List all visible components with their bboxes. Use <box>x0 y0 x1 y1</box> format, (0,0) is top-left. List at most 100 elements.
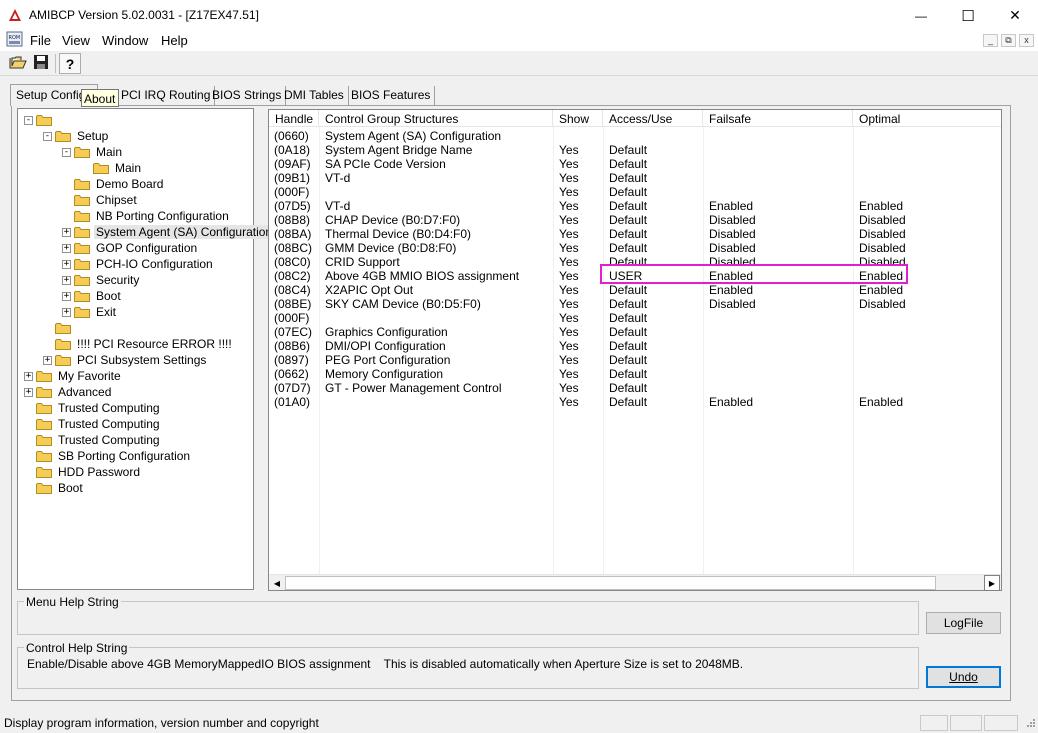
tree-node[interactable]: + Security <box>62 272 141 288</box>
tree-node[interactable]: Demo Board <box>62 176 165 192</box>
close-button[interactable]: ✕ <box>992 0 1038 31</box>
cell-structure: VT-d <box>325 199 351 213</box>
resize-grip-icon[interactable] <box>1024 718 1036 730</box>
amibcp-logo-icon <box>8 8 22 22</box>
table-row[interactable]: (08C4) X2APIC Opt Out Yes Default Enabled Ena… <box>269 283 1001 297</box>
tree-node[interactable]: NB Porting Configuration <box>62 208 231 224</box>
col-header-optimal[interactable]: Optimal <box>853 110 1001 127</box>
col-header-show[interactable]: Show <box>553 110 603 127</box>
tree-node[interactable]: HDD Password <box>24 464 142 480</box>
tree-node[interactable]: Trusted Computing <box>24 432 162 448</box>
tree-node[interactable]: + My Favorite <box>24 368 123 384</box>
col-header-handle[interactable]: Handle <box>269 110 319 127</box>
rom-document-icon[interactable]: ROM <box>6 31 24 49</box>
expand-icon[interactable]: + <box>62 307 71 317</box>
tree-node[interactable] <box>43 320 79 336</box>
table-row[interactable]: (0A18) System Agent Bridge Name Yes Default <box>269 143 1001 157</box>
tree-node[interactable]: + Advanced <box>24 384 113 400</box>
table-row[interactable]: (000F) Yes Default <box>269 311 1001 325</box>
cell-handle: (08C2) <box>274 269 311 283</box>
table-row[interactable]: (09AF) SA PCIe Code Version Yes Default <box>269 157 1001 171</box>
expand-icon[interactable]: + <box>24 371 33 381</box>
expand-icon[interactable]: + <box>62 275 71 285</box>
menu-help-group <box>17 601 919 635</box>
menu-view[interactable]: View <box>62 33 90 48</box>
table-row[interactable]: (08BE) SKY CAM Device (B0:D5:F0) Yes Defaul… <box>269 297 1001 311</box>
tab-bios-strings[interactable]: BIOS Strings <box>208 86 287 105</box>
expand-icon[interactable]: + <box>62 243 71 253</box>
col-header-access[interactable]: Access/Use <box>603 110 703 127</box>
col-header-structures[interactable]: Control Group Structures <box>319 110 553 127</box>
tree-node[interactable]: Boot <box>24 480 85 496</box>
tree-node-label: My Favorite <box>58 369 121 383</box>
expand-icon[interactable]: + <box>43 355 52 365</box>
collapse-icon[interactable]: - <box>43 131 52 141</box>
mdi-close-button[interactable]: x <box>1019 34 1034 47</box>
logfile-button[interactable]: LogFile <box>926 612 1001 634</box>
tree-node[interactable]: Main <box>81 160 143 176</box>
table-row[interactable]: (09B1) VT-d Yes Default <box>269 171 1001 185</box>
scroll-left-button[interactable]: ◀ <box>269 575 285 591</box>
expand-icon[interactable]: + <box>62 227 71 237</box>
collapse-icon[interactable]: - <box>62 147 71 157</box>
cell-structure: GMM Device (B0:D8:F0) <box>325 241 457 255</box>
table-row[interactable]: (07EC) Graphics Configuration Yes Default <box>269 325 1001 339</box>
minimize-button[interactable]: — <box>898 0 944 31</box>
tree-node[interactable]: + GOP Configuration <box>62 240 199 256</box>
help-button[interactable]: ? <box>59 53 81 74</box>
expand-icon[interactable]: + <box>62 291 71 301</box>
table-row[interactable]: (0660) System Agent (SA) Configuration <box>269 129 1001 143</box>
tree-node[interactable]: Trusted Computing <box>24 416 162 432</box>
undo-button[interactable]: Undo <box>926 666 1001 688</box>
collapse-icon[interactable]: - <box>24 115 33 125</box>
expand-icon[interactable]: + <box>24 387 33 397</box>
table-row[interactable]: (07D5) VT-d Yes Default Enabled Enabled <box>269 199 1001 213</box>
open-button[interactable] <box>7 53 29 74</box>
tree-node[interactable]: + System Agent (SA) Configuration <box>62 224 275 240</box>
menu-file[interactable]: File <box>30 33 51 48</box>
tree-node[interactable]: Trusted Computing <box>24 400 162 416</box>
window-title: AMIBCP Version 5.02.0031 - [Z17EX47.51] <box>29 8 259 22</box>
horizontal-scrollbar[interactable]: ◀ ▶ <box>269 574 1001 591</box>
table-row[interactable]: (08B6) DMI/OPI Configuration Yes Default <box>269 339 1001 353</box>
tree-node[interactable]: - Main <box>62 144 124 160</box>
tree-node[interactable]: + PCH-IO Configuration <box>62 256 215 272</box>
mdi-minimize-button[interactable]: _ <box>983 34 998 47</box>
tree-node[interactable]: !!!! PCI Resource ERROR !!!! <box>43 336 234 352</box>
table-row[interactable]: (07D7) GT - Power Management Control Yes De… <box>269 381 1001 395</box>
table-row[interactable]: (01A0) Yes Default Enabled Enabled <box>269 395 1001 409</box>
tree-node[interactable]: - <box>24 112 60 128</box>
save-button[interactable] <box>30 53 52 74</box>
scroll-thumb[interactable] <box>285 576 936 590</box>
tree-node[interactable]: + Boot <box>62 288 123 304</box>
table-row[interactable]: (08BA) Thermal Device (B0:D4:F0) Yes Defaul… <box>269 227 1001 241</box>
scroll-right-button[interactable]: ▶ <box>984 575 1000 591</box>
folder-icon <box>36 482 52 494</box>
tree-node[interactable]: - Setup <box>43 128 110 144</box>
tree-node[interactable]: + Exit <box>62 304 118 320</box>
maximize-button[interactable]: ☐ <box>945 0 991 31</box>
setup-tree[interactable]: - - Setup - Main Main Demo Board Chipset NB Port… <box>17 108 275 590</box>
tab-bios-features[interactable]: BIOS Features <box>347 86 436 105</box>
cell-failsafe: Enabled <box>709 199 754 213</box>
menu-help[interactable]: Help <box>161 33 188 48</box>
expand-icon[interactable]: + <box>62 259 71 269</box>
cell-handle: (09B1) <box>274 171 311 185</box>
mdi-restore-button[interactable]: ⧉ <box>1001 34 1016 47</box>
tab-dmi-tables[interactable]: DMI Tables <box>280 86 349 105</box>
table-row[interactable]: (0662) Memory Configuration Yes Default <box>269 367 1001 381</box>
col-header-failsafe[interactable]: Failsafe <box>703 110 853 127</box>
tree-node[interactable]: + PCI Subsystem Settings <box>43 352 208 368</box>
tree-node[interactable]: SB Porting Configuration <box>24 448 192 464</box>
table-row[interactable]: (08B8) CHAP Device (B0:D7:F0) Yes Default Di… <box>269 213 1001 227</box>
table-row[interactable]: (000F) Yes Default <box>269 185 1001 199</box>
folder-icon <box>36 386 52 398</box>
menu-window[interactable]: Window <box>102 33 148 48</box>
tree-node[interactable]: Chipset <box>62 192 139 208</box>
control-group-grid[interactable]: Handle Control Group Structures Show Acc… <box>268 109 1002 591</box>
tab-pci-irq-routing[interactable]: PCI IRQ Routing <box>117 86 216 105</box>
folder-icon <box>74 146 90 158</box>
table-row[interactable]: (08BC) GMM Device (B0:D8:F0) Yes Default Dis… <box>269 241 1001 255</box>
table-row[interactable]: (0897) PEG Port Configuration Yes Default <box>269 353 1001 367</box>
cell-access: Default <box>609 283 648 297</box>
